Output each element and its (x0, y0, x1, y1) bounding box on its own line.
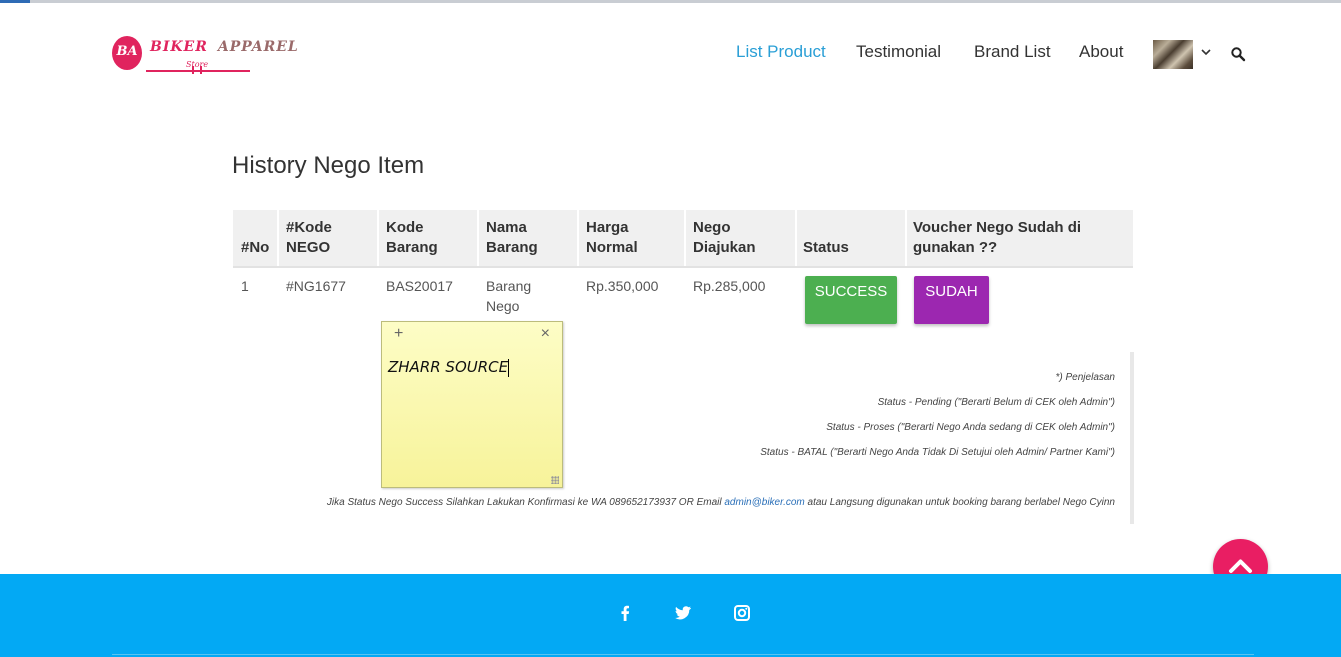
header-line: Diajukan (693, 239, 756, 256)
cell-nama-barang: Barang Nego (486, 276, 531, 316)
logo-tagline: Store (186, 60, 209, 69)
notes-panel: *) Penjelasan Status - Pending ("Berarti… (230, 352, 1134, 524)
header-status: Status (803, 239, 849, 256)
footer-divider (112, 654, 1254, 655)
cell-kode-barang: BAS20017 (386, 278, 453, 294)
cell-line: Nego (486, 298, 520, 314)
sticky-note-titlebar[interactable]: + × (382, 322, 562, 348)
header-line: gunakan ?? (913, 239, 998, 256)
logo-name-part2: APPAREL (217, 39, 299, 55)
note-batal: Status - BATAL ("Berarti Nego Anda Tidak… (760, 447, 1115, 458)
note-confirmation-text: Jika Status Nego Success Silahkan Lakuka… (326, 497, 722, 508)
admin-email-link[interactable]: admin@biker.com (724, 497, 804, 508)
header-kode-barang: Kode Barang (386, 218, 438, 258)
note-confirmation-text-end: atau Langsung digunakan untuk booking ba… (807, 497, 1115, 508)
header-line: Nama (486, 219, 527, 236)
table-header: #No #Kode NEGO Kode Barang Nama Barang H… (233, 210, 1133, 268)
header-line: NEGO (286, 239, 331, 256)
nav-item-brand-list[interactable]: Brand List (974, 42, 1051, 62)
chevron-down-icon[interactable] (1200, 47, 1212, 57)
note-proses: Status - Proses ("Berarti Nego Anda seda… (826, 422, 1115, 433)
header-line: Barang (386, 239, 438, 256)
facebook-icon[interactable] (616, 604, 634, 622)
header-line: Harga (586, 219, 629, 236)
nav-item-list-product[interactable]: List Product (736, 42, 826, 62)
sticky-note-text[interactable]: ZHARR SOURCE (388, 358, 510, 377)
logo-tick (192, 66, 194, 74)
instagram-icon[interactable] (733, 604, 751, 622)
search-icon[interactable] (1230, 46, 1246, 62)
logo-underline (146, 70, 250, 72)
cell-nego-diajukan: Rp.285,000 (693, 278, 766, 294)
header-voucher: Voucher Nego Sudah di gunakan ?? (913, 218, 1081, 258)
header-harga-normal: Harga Normal (586, 218, 638, 258)
header-line: Nego (693, 219, 731, 236)
logo-name: BIKER APPAREL (150, 39, 299, 55)
text-caret (508, 358, 510, 377)
cell-no: 1 (241, 278, 249, 294)
column-divider (684, 210, 686, 266)
user-avatar[interactable] (1153, 40, 1193, 69)
note-heading: *) Penjelasan (1055, 372, 1115, 383)
status-success-button[interactable]: SUCCESS (805, 276, 897, 324)
close-icon[interactable]: × (541, 325, 550, 343)
header-kode-nego: #Kode NEGO (286, 218, 332, 258)
column-divider (277, 210, 279, 266)
browser-top-strip (0, 0, 1341, 3)
column-divider (795, 210, 797, 266)
add-note-icon[interactable]: + (394, 325, 403, 343)
page-title: History Nego Item (232, 152, 425, 179)
logo-name-part1: BIKER (150, 39, 208, 55)
column-divider (377, 210, 379, 266)
brand-logo[interactable]: BA BIKER APPAREL Store (112, 36, 298, 78)
logo-tick (200, 66, 202, 74)
nav-item-testimonial[interactable]: Testimonial (856, 42, 941, 62)
column-divider (477, 210, 479, 266)
column-divider (905, 210, 907, 266)
header-nama-barang: Nama Barang (486, 218, 538, 258)
resize-grip-icon[interactable] (551, 476, 559, 484)
sticky-note[interactable]: + × ZHARR SOURCE (381, 321, 563, 488)
header-line: Kode (386, 219, 424, 236)
logo-monogram: BA (112, 36, 142, 70)
header-line: #Kode (286, 219, 332, 236)
header-line: Voucher Nego Sudah di (913, 219, 1082, 236)
cell-line: Barang (486, 278, 532, 294)
sticky-note-content: ZHARR SOURCE (388, 358, 509, 376)
note-pending: Status - Pending ("Berarti Belum di CEK … (877, 397, 1115, 408)
column-divider (577, 210, 579, 266)
browser-tab-indicator (0, 0, 30, 3)
nav-item-about[interactable]: About (1079, 42, 1123, 62)
cell-harga-normal: Rp.350,000 (586, 278, 659, 294)
footer (0, 574, 1341, 657)
header-line: Barang (486, 239, 538, 256)
header-nego-diajukan: Nego Diajukan (693, 218, 756, 258)
cell-kode-nego: #NG1677 (286, 278, 346, 294)
voucher-sudah-button[interactable]: SUDAH (914, 276, 989, 324)
header-line: Normal (586, 239, 638, 256)
twitter-icon[interactable] (674, 604, 692, 622)
header-no: #No (241, 239, 270, 256)
note-confirmation: Jika Status Nego Success Silahkan Lakuka… (327, 497, 1115, 508)
